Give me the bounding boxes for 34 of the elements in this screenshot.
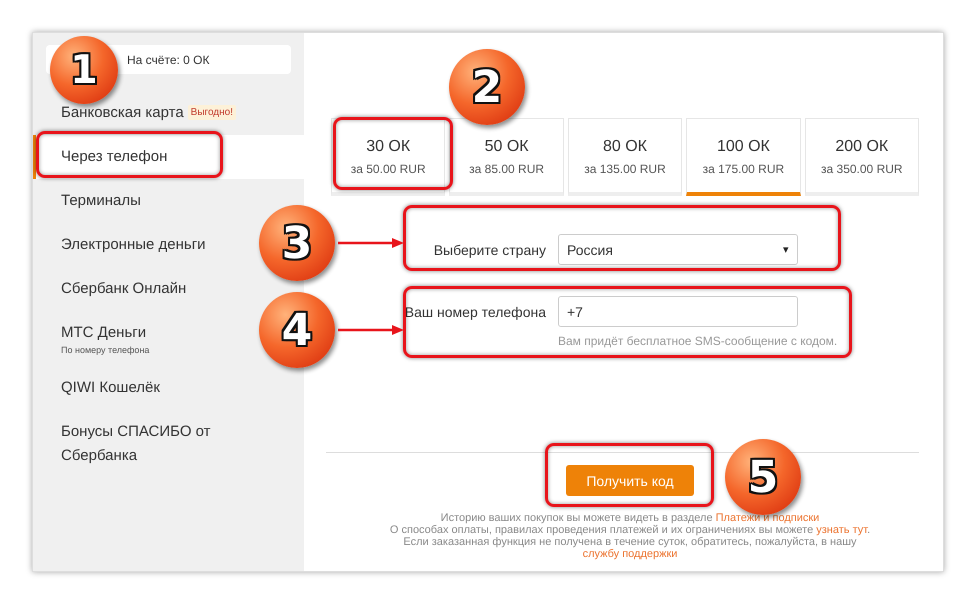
package-price: за 85.00 RUR: [469, 162, 544, 176]
country-dropdown[interactable]: Россия ▾: [558, 234, 798, 265]
footer-text: О способах оплаты, правилах проведения платежей и их ограничениях вы можете узнать тут.: [390, 524, 870, 536]
sidebar-item[interactable]: МТС Деньги: [61, 324, 146, 342]
footer-text: Историю ваших покупок вы можете видеть в разделе Платежи и подписки: [440, 512, 820, 524]
arrow: [338, 325, 404, 335]
sidebar-item-subtitle: По номеру телефона: [61, 345, 150, 356]
package-tile[interactable]: 80 ОК за 135.00 RUR: [568, 118, 682, 196]
sidebar-item[interactable]: QIWI Кошелёк: [33, 366, 170, 410]
sidebar-item[interactable]: Банковская карта: [61, 104, 184, 121]
package-amount: 200 ОК: [835, 138, 888, 156]
hint-text: Вам придёт бесплатное SMS-сообщение с кодом.: [558, 334, 838, 348]
package-tile[interactable]: 200 ОК за 350.00 RUR: [804, 118, 919, 196]
field-label: Ваш номер телефона: [404, 304, 546, 320]
sidebar-item[interactable]: Электронные деньги: [33, 223, 216, 268]
package-price: за 175.00 RUR: [702, 162, 784, 176]
package-tile[interactable]: 100 ОК за 175.00 RUR: [686, 118, 801, 196]
sidebar-item[interactable]: Через телефон: [33, 135, 304, 180]
package-amount: 100 ОК: [716, 138, 770, 156]
package-amount: 80 ОК: [602, 138, 647, 156]
sidebar-item[interactable]: Терминалы: [33, 179, 151, 224]
sidebar-item[interactable]: Сбербанк Онлайн: [33, 267, 196, 312]
footer-text: Если заказанная функция не получена в течение суток, обратитесь, пожалуйста, в нашу: [403, 536, 857, 548]
promo-badge: Выгодно!: [188, 105, 236, 120]
package-price: за 50.00 RUR: [350, 162, 426, 176]
package-amount: 50 ОК: [484, 138, 529, 156]
package-price: за 135.00 RUR: [584, 162, 666, 176]
field-label: Выберите страну: [434, 242, 546, 258]
sidebar-item[interactable]: Бонусы СПАСИБО от Сбербанка: [33, 410, 261, 478]
package-price: за 350.00 RUR: [821, 162, 903, 176]
package-amount: 30 ОК: [366, 138, 410, 156]
package-tile[interactable]: 30 ОК за 50.00 RUR: [331, 118, 446, 196]
phone-input[interactable]: +7: [558, 296, 798, 327]
arrow: [338, 238, 404, 248]
